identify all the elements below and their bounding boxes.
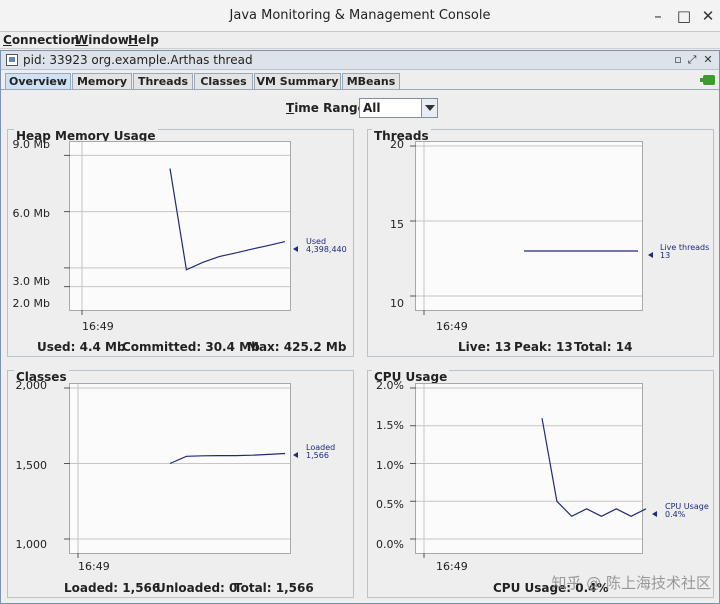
restore-icon[interactable]: ⤢ [685, 53, 699, 67]
cpu-ytick: 0.0% [376, 538, 404, 551]
classes-loaded-text: Loaded: 1,566 [64, 581, 161, 595]
menu-connection[interactable]: Connection [3, 33, 79, 47]
connection-plug-icon[interactable] [700, 75, 715, 85]
internal-frame: pid: 33923 org.example.Arthas thread ▫ ⤢… [0, 50, 720, 604]
threads-peak-text: Peak: 13 [514, 340, 573, 354]
iconify-icon[interactable]: ▫ [671, 53, 685, 67]
classes-unloaded-text: Unloaded: 0 [156, 581, 238, 595]
heap-ytick: 2.0 Mb [12, 297, 50, 310]
tab-threads[interactable]: Threads [133, 73, 193, 89]
cpu-ytick: 1.5% [376, 419, 404, 432]
classes-xtick: 16:49 [78, 560, 110, 573]
menu-bar: Connection Window Help [0, 32, 720, 49]
heap-max-text: Max: 425.2 Mb [247, 340, 347, 354]
chart-svg [64, 142, 290, 315]
tab-overview[interactable]: Overview [5, 73, 71, 89]
tab-bar: Overview Memory Threads Classes VM Summa… [1, 71, 719, 90]
threads-legend-marker [648, 252, 653, 258]
threads-plot [410, 141, 643, 315]
heap-legend-marker [293, 246, 298, 252]
cpu-ytick: 2.0% [376, 379, 404, 392]
chart-svg [64, 384, 290, 558]
cpu-legend-value: 0.4% [665, 510, 686, 519]
classes-total-text: Total: 1,566 [234, 581, 314, 595]
cpu-legend-marker [652, 511, 657, 517]
cpu-plot [410, 383, 647, 558]
maximize-icon[interactable]: □ [674, 6, 694, 26]
chart-svg [410, 142, 642, 315]
time-range-label: Time Range: [286, 101, 371, 115]
cpu-ytick: 0.5% [376, 498, 404, 511]
time-range-select[interactable]: All [359, 98, 438, 118]
cpu-ytick: 1.0% [376, 459, 404, 472]
close-icon[interactable]: ✕ [698, 6, 718, 26]
classes-ytick: 2,000 [15, 379, 48, 392]
menu-window[interactable]: Window [75, 33, 129, 47]
tab-classes[interactable]: Classes [194, 73, 253, 89]
tab-vm-summary[interactable]: VM Summary [254, 73, 341, 89]
threads-live-text: Live: 13 [458, 340, 512, 354]
classes-legend-value: 1,566 [306, 451, 329, 460]
internal-frame-title: pid: 33923 org.example.Arthas thread [23, 53, 253, 67]
window-title-bar: Java Monitoring & Management Console – □… [0, 0, 720, 32]
heap-legend-value: 4,398,440 [306, 245, 347, 254]
internal-frame-title-bar: pid: 33923 org.example.Arthas thread ▫ ⤢… [1, 51, 719, 70]
heap-ytick: 9.0 Mb [12, 138, 50, 151]
window-title: Java Monitoring & Management Console [229, 8, 491, 23]
threads-ytick: 10 [390, 297, 404, 310]
tab-memory[interactable]: Memory [72, 73, 132, 89]
close-frame-icon[interactable]: ✕ [701, 53, 715, 67]
watermark: 知乎 @ 陈上海技术社区 [551, 574, 711, 592]
chevron-down-icon[interactable] [421, 99, 437, 117]
heap-plot [64, 141, 291, 315]
tab-mbeans[interactable]: MBeans [342, 73, 400, 89]
series-line [169, 168, 286, 271]
classes-legend-marker [293, 452, 298, 458]
classes-plot [64, 383, 291, 558]
heap-committed-text: Committed: 30.4 Mb [122, 340, 260, 354]
classes-ytick: 1,000 [15, 538, 48, 551]
java-cup-icon [6, 54, 18, 66]
heap-ytick: 3.0 Mb [12, 275, 50, 288]
minimize-icon[interactable]: – [648, 6, 668, 26]
cpu-xtick: 16:49 [436, 560, 468, 573]
threads-ytick: 20 [390, 138, 404, 151]
heap-xtick: 16:49 [82, 320, 114, 333]
threads-total-text: Total: 14 [574, 340, 633, 354]
heap-used-text: Used: 4.4 Mb [37, 340, 126, 354]
menu-help[interactable]: Help [128, 33, 159, 47]
time-range-value: All [363, 101, 381, 115]
heap-ytick: 6.0 Mb [12, 207, 50, 220]
threads-xtick: 16:49 [436, 320, 468, 333]
chart-svg [410, 384, 647, 558]
threads-legend-value: 13 [660, 251, 671, 260]
classes-ytick: 1,500 [15, 459, 48, 472]
threads-ytick: 15 [390, 218, 404, 231]
series-line [169, 452, 286, 465]
